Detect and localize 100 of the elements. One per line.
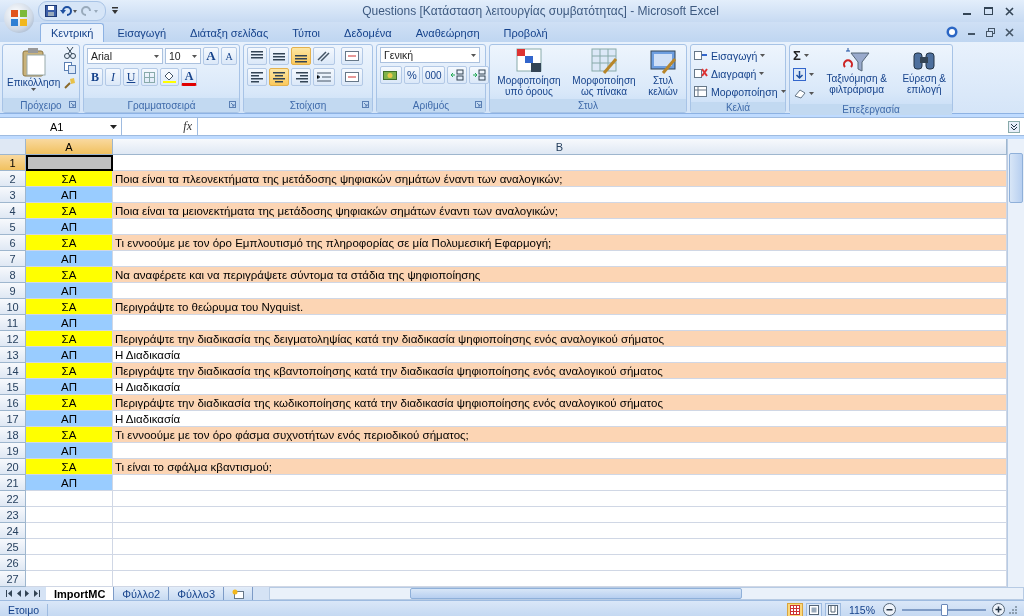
align-center-button[interactable] (269, 68, 289, 86)
table-cell[interactable]: ΣΑ (26, 203, 113, 219)
row-header[interactable]: 21 (0, 475, 26, 491)
italic-button[interactable]: I (105, 68, 121, 86)
close-icon[interactable] (1005, 6, 1014, 16)
row-header[interactable]: 3 (0, 187, 26, 203)
customize-icon[interactable] (112, 7, 118, 15)
next-sheet-icon[interactable] (25, 590, 30, 597)
layout-view-button[interactable] (805, 602, 822, 616)
scissors-icon[interactable] (64, 47, 77, 59)
row-header[interactable]: 13 (0, 347, 26, 363)
row-header[interactable]: 23 (0, 507, 26, 523)
table-cell[interactable]: ΣΑ (26, 267, 113, 283)
vertical-scrollbar[interactable] (1007, 139, 1024, 587)
table-cell[interactable]: Τι εννοούμε με τον όρο φάσμα συχνοτήτων ενός περιοδικού σήματος; (113, 427, 1007, 443)
row-header[interactable]: 25 (0, 539, 26, 555)
table-cell[interactable]: ΣΑ (26, 427, 113, 443)
paste-button[interactable]: Επικόλληση (6, 47, 62, 91)
font-size-field[interactable]: 10 (165, 48, 201, 64)
table-cell[interactable]: Περιγράψτε την διαδικασία της δειγματοληψίας κατά την διαδικασία ψηφιοποίησης ενός αναλογικού σήματος (113, 331, 1007, 347)
table-cell[interactable]: ΑΠ (26, 411, 113, 427)
orientation-button[interactable] (313, 47, 335, 65)
zoom-out-icon[interactable] (883, 603, 896, 616)
row-header[interactable]: 2 (0, 171, 26, 187)
row-header[interactable]: 7 (0, 251, 26, 267)
table-cell[interactable]: ΑΠ (26, 315, 113, 331)
row-header[interactable]: 16 (0, 395, 26, 411)
column-header[interactable]: A (26, 139, 113, 155)
row-header[interactable]: 19 (0, 443, 26, 459)
column-header[interactable]: B (113, 139, 1007, 155)
ribbon-tab[interactable]: Εισαγωγή (106, 23, 178, 42)
table-cell[interactable]: Να αναφέρετε και να περιγράψετε σύντομα τα στάδια της ψηφιοποίησης (113, 267, 1007, 283)
merge-button[interactable] (341, 68, 363, 86)
table-cell[interactable]: ΑΠ (26, 219, 113, 235)
row-header[interactable]: 22 (0, 491, 26, 507)
normal-view-button[interactable] (786, 602, 803, 616)
find-select-button[interactable]: Εύρεση & επιλογή (899, 47, 949, 95)
help-icon[interactable] (946, 26, 958, 38)
font-name-field[interactable]: Arial (87, 48, 163, 64)
table-cell[interactable]: Ποια είναι τα μειονεκτήματα της μετάδοσης ψηφιακών σημάτων έναντι των αναλογικών; (113, 203, 1007, 219)
row-header[interactable]: 20 (0, 459, 26, 475)
dialog-launcher-icon[interactable] (362, 101, 369, 108)
ribbon-tab[interactable]: Αναθεώρηση (404, 23, 491, 42)
table-cell[interactable]: Ποια είναι τα πλεονεκτήματα της μετάδοσης ψηφιακών σημάτων έναντι των αναλογικών; (113, 171, 1007, 187)
table-cell[interactable]: ΣΑ (26, 363, 113, 379)
increase-decimal-button[interactable] (446, 66, 467, 84)
bold-button[interactable]: B (87, 68, 103, 86)
close-icon[interactable] (1005, 27, 1014, 37)
save-icon[interactable] (45, 5, 57, 17)
table-cell[interactable]: ΑΠ (26, 251, 113, 267)
zoom-in-icon[interactable] (992, 603, 1005, 616)
ribbon-tab[interactable]: Δεδομένα (333, 23, 403, 42)
row-header[interactable]: 17 (0, 411, 26, 427)
align-right-button[interactable] (291, 68, 311, 86)
sort-filter-button[interactable]: Ταξινόμηση & φιλτράρισμα (817, 47, 897, 95)
row-header[interactable]: 14 (0, 363, 26, 379)
align-bottom-button[interactable] (291, 47, 311, 65)
align-top-button[interactable] (247, 47, 267, 65)
table-cell[interactable]: ΑΠ (26, 347, 113, 363)
table-cell[interactable]: ΣΑ (26, 171, 113, 187)
table-cell[interactable]: Τι εννοούμε με τον όρο Εμπλουτισμό της πληροφορίας σε μία Πολυμεσική Εφαρμογή; (113, 235, 1007, 251)
row-header[interactable]: 1 (0, 155, 26, 171)
fill-button[interactable] (793, 66, 814, 83)
table-cell[interactable]: ΑΠ (26, 283, 113, 299)
zoom-slider-thumb[interactable] (941, 603, 948, 616)
insert-sheet-tab[interactable] (224, 587, 254, 600)
delete-cells-button[interactable]: Διαγραφή (694, 65, 786, 82)
table-cell[interactable]: ΑΠ (26, 475, 113, 491)
table-cell[interactable]: ΑΠ (26, 187, 113, 203)
row-header[interactable]: 10 (0, 299, 26, 315)
table-cell[interactable]: ΑΠ (26, 379, 113, 395)
row-header[interactable]: 15 (0, 379, 26, 395)
shrink-font-button[interactable]: A (221, 47, 237, 65)
table-cell[interactable]: ΣΑ (26, 331, 113, 347)
table-cell[interactable]: ΣΑ (26, 235, 113, 251)
row-header[interactable]: 12 (0, 331, 26, 347)
ribbon-tab[interactable]: Διάταξη σελίδας (179, 23, 280, 42)
row-header[interactable]: 5 (0, 219, 26, 235)
format-style-button[interactable]: Στυλ κελιών (643, 47, 683, 97)
table-cell[interactable] (26, 155, 113, 171)
undo-icon[interactable] (60, 5, 78, 17)
dialog-launcher-icon[interactable] (69, 101, 76, 108)
percent-button[interactable]: % (404, 66, 420, 84)
underline-button[interactable]: U (123, 68, 139, 86)
sheet-tab[interactable]: Φύλλο3 (169, 587, 225, 600)
sheet-tab[interactable]: Φύλλο2 (114, 587, 170, 600)
table-cell[interactable]: ΣΑ (26, 395, 113, 411)
ribbon-tab[interactable]: Κεντρική (40, 23, 105, 42)
previous-sheet-icon[interactable] (16, 590, 21, 597)
table-cell[interactable]: Περιγράψτε την διαδικασία της κβαντοποίησης κατά την διαδικασία ψηφιοποίησης ενός αναλογικού σήματος (113, 363, 1007, 379)
maximize-icon[interactable] (984, 6, 993, 16)
row-header[interactable]: 24 (0, 523, 26, 539)
expand-icon[interactable] (1008, 120, 1020, 133)
horizontal-scrollbar[interactable] (269, 587, 1024, 600)
row-header[interactable]: 4 (0, 203, 26, 219)
autosum-button[interactable]: Σ (793, 47, 814, 64)
font-color-button[interactable]: A (181, 68, 197, 86)
grow-font-button[interactable]: A (203, 47, 219, 65)
table-cell[interactable]: ΣΑ (26, 299, 113, 315)
align-middle-button[interactable] (269, 47, 289, 65)
